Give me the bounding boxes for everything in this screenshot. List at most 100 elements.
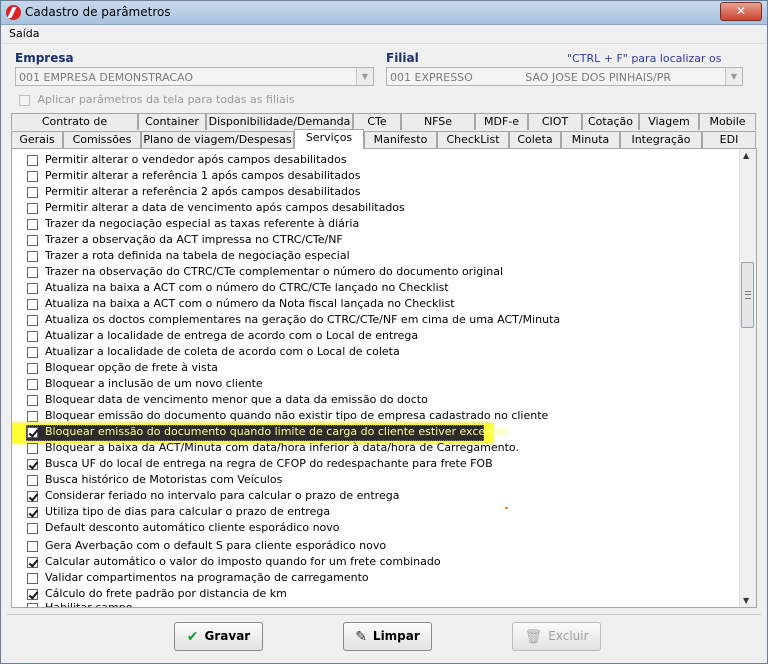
parameter-checkbox[interactable] bbox=[27, 540, 38, 552]
parameter-row[interactable]: Permitir alterar a referência 1 após cam… bbox=[27, 168, 360, 184]
parameter-row[interactable]: Permitir alterar o vendedor após campos … bbox=[27, 152, 347, 168]
parameter-row[interactable]: Trazer na observação do CTRC/CTe complem… bbox=[27, 264, 503, 280]
tab-mdfe[interactable]: MDF-e bbox=[475, 113, 528, 130]
parameter-label: Gera Averbação com o default S para clie… bbox=[45, 539, 387, 552]
parameter-checkbox[interactable] bbox=[27, 588, 38, 600]
tab-disponibilidade-demanda[interactable]: Disponibilidade/Demanda bbox=[206, 113, 353, 130]
tab-comissoes[interactable]: Comissões bbox=[63, 131, 141, 148]
tab-coleta[interactable]: Coleta bbox=[509, 131, 561, 148]
tab-ciot[interactable]: CIOT bbox=[528, 113, 582, 130]
parameter-label: Permitir alterar a referência 1 após cam… bbox=[45, 169, 361, 182]
tab-edi[interactable]: EDI bbox=[702, 131, 756, 148]
trash-icon: 🗑 bbox=[524, 629, 543, 645]
parameter-checkbox[interactable] bbox=[27, 522, 38, 534]
parameter-row[interactable]: Trazer a observação da ACT impressa no C… bbox=[27, 232, 343, 248]
parameter-row[interactable]: Bloquear a baixa da ACT/Minuta com data/… bbox=[27, 440, 519, 456]
parameter-row[interactable]: Bloquear opção de frete à vista bbox=[27, 360, 218, 376]
parameter-checkbox[interactable] bbox=[27, 346, 38, 358]
close-button[interactable]: ✕ bbox=[720, 2, 762, 21]
parameter-row[interactable]: Permitir alterar a referência 2 após cam… bbox=[27, 184, 360, 200]
parameter-checkbox[interactable] bbox=[27, 556, 38, 568]
parameter-checkbox[interactable] bbox=[27, 426, 38, 438]
tab-cte[interactable]: CTe bbox=[353, 113, 401, 130]
chevron-down-icon[interactable]: ▼ bbox=[725, 68, 742, 85]
parameter-checkbox[interactable] bbox=[27, 394, 38, 406]
parameter-label: Trazer a rota definida na tabela de nego… bbox=[45, 249, 350, 262]
parameter-checkbox[interactable] bbox=[27, 154, 38, 166]
parameter-row[interactable]: Utiliza tipo de dias para calcular o pra… bbox=[27, 504, 330, 520]
parameter-checkbox[interactable] bbox=[27, 218, 38, 230]
limpar-button[interactable]: ✎ Limpar bbox=[343, 622, 432, 651]
parameter-checkbox[interactable] bbox=[27, 442, 38, 454]
scroll-down-icon[interactable]: ▼ bbox=[743, 596, 749, 605]
empresa-select[interactable]: 001 EMPRESA DEMONSTRACAO ▼ bbox=[15, 67, 374, 86]
parameter-row[interactable]: Busca histórico de Motoristas com Veícul… bbox=[27, 472, 282, 488]
parameter-checkbox[interactable] bbox=[27, 490, 38, 502]
tab-cotacao[interactable]: Cotação bbox=[582, 113, 639, 130]
parameter-label: Bloquear opção de frete à vista bbox=[45, 361, 218, 374]
parameter-row[interactable]: Bloquear emissão do documento quando não… bbox=[27, 408, 548, 424]
apply-all-filiais[interactable]: Aplicar parâmetros da tela para todas as… bbox=[19, 93, 295, 106]
tab-manifesto[interactable]: Manifesto bbox=[364, 131, 437, 148]
parameter-checkbox[interactable] bbox=[27, 474, 38, 486]
parameter-checkbox[interactable] bbox=[27, 186, 38, 198]
parameter-row[interactable]: Considerar feriado no intervalo para cal… bbox=[27, 488, 399, 504]
parameter-row[interactable]: Default desconto automático cliente espo… bbox=[27, 520, 340, 536]
parameter-row[interactable]: Permitir alterar a data de vencimento ap… bbox=[27, 200, 405, 216]
parameter-checkbox[interactable] bbox=[27, 572, 38, 584]
parameter-checkbox[interactable] bbox=[27, 250, 38, 262]
parameter-row[interactable]: Atualizar a localidade de entrega de aco… bbox=[27, 328, 418, 344]
tab-mobile[interactable]: Mobile bbox=[699, 113, 756, 130]
parameter-row[interactable]: Trazer a rota definida na tabela de nego… bbox=[27, 248, 350, 264]
parameter-checkbox[interactable] bbox=[27, 362, 38, 374]
parameter-row[interactable]: Validar compartimentos na programação de… bbox=[27, 570, 369, 586]
parameter-checkbox[interactable] bbox=[27, 170, 38, 182]
parameter-row[interactable]: Busca UF do local de entrega na regra de… bbox=[27, 456, 493, 472]
parameter-label: Trazer a observação da ACT impressa no C… bbox=[45, 233, 343, 246]
parameter-checkbox[interactable] bbox=[27, 330, 38, 342]
apply-all-checkbox[interactable] bbox=[19, 94, 30, 106]
tab-viagem[interactable]: Viagem bbox=[639, 113, 699, 130]
tab-container[interactable]: Container bbox=[138, 113, 206, 130]
parameter-row[interactable]: Atualizar a localidade de coleta de acor… bbox=[27, 344, 400, 360]
tab-servicos[interactable]: Serviços bbox=[294, 129, 364, 149]
parameter-checkbox[interactable] bbox=[27, 602, 38, 607]
scroll-thumb[interactable] bbox=[741, 262, 754, 328]
parameter-row[interactable]: Bloquear a inclusão de um novo cliente bbox=[27, 376, 263, 392]
tab-gerais[interactable]: Gerais bbox=[11, 131, 63, 148]
tab-integracao[interactable]: Integração bbox=[620, 131, 702, 148]
parameter-row[interactable]: Trazer da negociação especial as taxas r… bbox=[27, 216, 359, 232]
tab-checklist[interactable]: CheckList bbox=[437, 131, 509, 148]
parameter-checkbox[interactable] bbox=[27, 378, 38, 390]
parameter-row[interactable]: Calcular automático o valor do imposto q… bbox=[27, 554, 441, 570]
parameter-checkbox[interactable] bbox=[27, 298, 38, 310]
parameter-checkbox[interactable] bbox=[27, 282, 38, 294]
parameter-row[interactable]: Gera Averbação com o default S para clie… bbox=[27, 538, 386, 554]
tab-minuta[interactable]: Minuta bbox=[561, 131, 620, 148]
parameter-checkbox[interactable] bbox=[27, 458, 38, 470]
tab-nfse[interactable]: NFSe bbox=[401, 113, 475, 130]
parameter-row[interactable]: Habilitar campo ... bbox=[27, 600, 146, 607]
parameter-checkbox[interactable] bbox=[27, 202, 38, 214]
divider bbox=[7, 614, 761, 615]
excluir-button[interactable]: 🗑 Excluir bbox=[512, 622, 601, 651]
chevron-down-icon[interactable]: ▼ bbox=[356, 68, 373, 85]
parameter-label: Permitir alterar a referência 2 após cam… bbox=[45, 185, 361, 198]
parameter-row[interactable]: Atualiza na baixa a ACT com o número do … bbox=[27, 280, 449, 296]
tab-plano-de-viagem[interactable]: Plano de viagem/Despesas bbox=[141, 131, 294, 148]
parameter-checkbox[interactable] bbox=[27, 506, 38, 518]
gravar-button[interactable]: ✔ Gravar bbox=[174, 622, 263, 651]
parameter-checkbox[interactable] bbox=[27, 314, 38, 326]
parameter-row[interactable]: Bloquear emissão do documento quando lim… bbox=[27, 424, 511, 440]
parameter-row[interactable]: Bloquear data de vencimento menor que a … bbox=[27, 392, 428, 408]
parameter-row[interactable]: Atualiza os doctos complementares na ger… bbox=[27, 312, 560, 328]
parameter-checkbox[interactable] bbox=[27, 410, 38, 422]
parameter-row[interactable]: Atualiza na baixa a ACT com o número da … bbox=[27, 296, 455, 312]
parameter-checkbox[interactable] bbox=[27, 234, 38, 246]
vertical-scrollbar[interactable]: ▲ ▼ bbox=[739, 149, 756, 607]
menu-saida[interactable]: Saída bbox=[9, 27, 40, 40]
scroll-up-icon[interactable]: ▲ bbox=[743, 151, 749, 160]
filial-select[interactable]: 001 EXPRESSO SAO JOSE DOS PINHAIS/PR ▼ bbox=[386, 67, 743, 86]
parameter-checkbox[interactable] bbox=[27, 266, 38, 278]
tab-contrato-de-transporte[interactable]: Contrato de transporte bbox=[11, 113, 138, 144]
